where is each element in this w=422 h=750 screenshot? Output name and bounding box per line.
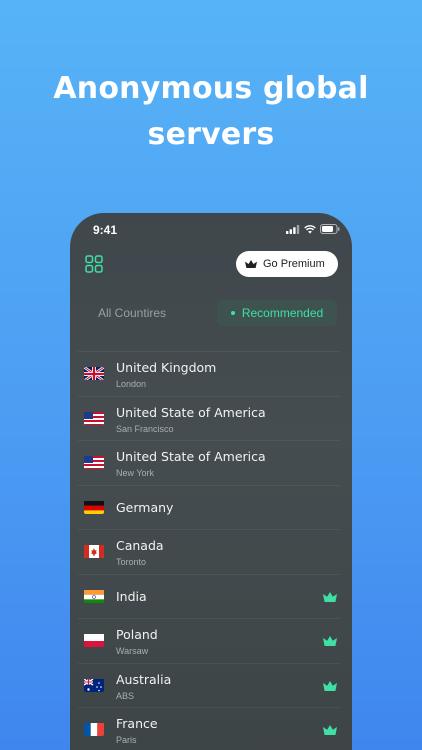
us-flag-icon xyxy=(84,411,104,425)
headline-line-2: servers xyxy=(147,117,275,152)
go-premium-button[interactable]: Go Premium xyxy=(236,251,338,277)
premium-crown-icon xyxy=(323,725,337,735)
server-tabs: All Countires Recommended xyxy=(84,300,338,326)
active-dot xyxy=(230,311,235,315)
crown-icon xyxy=(245,260,257,268)
tab-recommended[interactable]: Recommended xyxy=(217,300,337,326)
fr-flag-icon xyxy=(84,722,104,736)
server-country: Canada xyxy=(116,538,164,553)
server-row[interactable]: Poland Warsaw xyxy=(78,618,340,663)
wifi-icon xyxy=(304,224,316,234)
server-city: Paris xyxy=(116,735,137,745)
server-city: Toronto xyxy=(116,557,147,567)
premium-crown-icon xyxy=(323,680,337,691)
premium-crown-icon xyxy=(323,591,337,602)
server-country: France xyxy=(116,716,158,731)
server-row[interactable]: India xyxy=(78,573,340,619)
server-row[interactable]: Canada Toronto xyxy=(78,529,340,574)
pl-flag-icon xyxy=(84,633,104,647)
de-flag-icon xyxy=(84,500,104,514)
in-flag-icon xyxy=(84,589,104,603)
au-flag-icon xyxy=(84,677,104,692)
server-city: Warsaw xyxy=(116,646,149,656)
server-country: United State of America xyxy=(116,449,266,464)
tab-recommended-label: Recommended xyxy=(241,306,324,320)
server-row[interactable]: United State of America San Francisco xyxy=(78,395,340,441)
uk-flag-icon xyxy=(84,366,104,380)
server-row[interactable]: Australia ABS xyxy=(78,662,340,708)
status-bar: 9:41 xyxy=(70,213,352,247)
phone-screen: 9:41 Go Premium All Countires Recommende… xyxy=(70,213,352,750)
server-city: New York xyxy=(116,468,155,478)
server-list: United Kingdom London United State of Amer… xyxy=(70,351,352,750)
headline: Anonymous global servers xyxy=(0,66,422,158)
server-country: Germany xyxy=(116,499,174,515)
status-icons xyxy=(286,224,340,234)
battery-icon xyxy=(320,224,340,234)
server-row[interactable]: United Kingdom London xyxy=(78,351,340,396)
headline-line-1: Anonymous global xyxy=(53,71,369,106)
grid-menu-icon[interactable] xyxy=(85,255,103,273)
server-country: India xyxy=(116,588,147,604)
tab-all-countries[interactable]: All Countires xyxy=(98,306,166,320)
server-country: Australia xyxy=(116,671,172,687)
server-country: United Kingdom xyxy=(116,360,217,375)
go-premium-label: Go Premium xyxy=(263,258,325,270)
server-city: London xyxy=(116,379,147,389)
us-flag-icon xyxy=(84,455,104,469)
status-time: 9:41 xyxy=(93,223,118,237)
server-row[interactable]: United State of America New York xyxy=(78,440,340,485)
ca-flag-icon xyxy=(84,544,104,558)
server-city: ABS xyxy=(116,690,135,701)
server-country: Poland xyxy=(116,627,158,642)
signal-icon xyxy=(286,224,300,234)
server-row[interactable]: Germany xyxy=(78,484,340,530)
server-country: United State of America xyxy=(116,404,266,420)
server-row[interactable]: France Paris xyxy=(78,707,340,750)
premium-crown-icon xyxy=(323,636,337,646)
server-city: San Francisco xyxy=(116,423,174,434)
